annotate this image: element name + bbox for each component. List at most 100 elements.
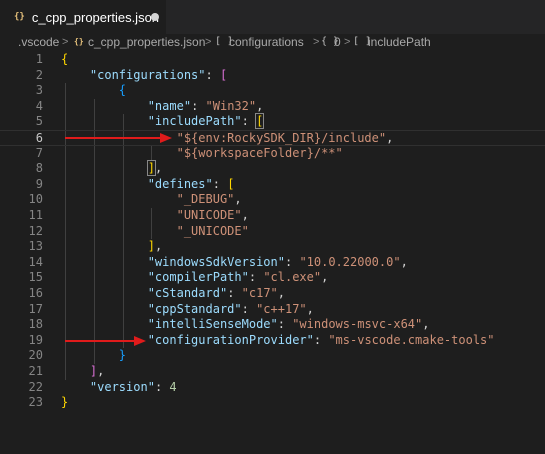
- line-number: 22: [28, 379, 43, 394]
- code-token: }: [61, 395, 69, 410]
- code-token: "windowsSdkVersion": [147, 254, 285, 269]
- code-token: "cl.exe": [263, 270, 322, 285]
- code-line[interactable]: 9 "defines": [: [0, 177, 545, 193]
- line-number: 15: [28, 270, 43, 285]
- code-text: }: [61, 395, 68, 411]
- breadcrumb-item[interactable]: includePath: [368, 34, 431, 50]
- code-text: "UNICODE",: [61, 208, 249, 224]
- code-line[interactable]: 1{: [0, 52, 545, 68]
- code-line[interactable]: 18 "intelliSenseMode": "windows-msvc-x64…: [0, 317, 545, 333]
- code-line[interactable]: 13 ],: [0, 239, 545, 255]
- code-token: ,: [277, 286, 285, 300]
- code-text: "_UNICODE": [61, 224, 249, 240]
- code-text: "${workspaceFolder}/**": [61, 146, 343, 162]
- code-token: "_UNICODE": [176, 223, 249, 238]
- code-token: "defines": [147, 176, 213, 191]
- code-line[interactable]: 3 {: [0, 83, 545, 99]
- line-number: 21: [28, 364, 43, 378]
- code-token: :: [191, 98, 206, 113]
- breadcrumb-item[interactable]: c_cpp_properties.json: [88, 34, 205, 50]
- breadcrumb-separator-icon: >: [313, 36, 320, 48]
- code-token: ,: [256, 98, 264, 113]
- code-text: "_DEBUG",: [61, 192, 242, 208]
- annotation-arrow: [65, 339, 136, 342]
- line-number: 9: [35, 176, 43, 191]
- code-token: "compilerPath": [147, 270, 249, 285]
- code-line[interactable]: 22 "version": 4: [0, 380, 545, 396]
- line-number: 13: [28, 239, 43, 254]
- code-line[interactable]: 15 "compilerPath": "cl.exe",: [0, 270, 545, 286]
- code-token: [: [219, 67, 228, 82]
- code-line[interactable]: 14 "windowsSdkVersion": "10.0.22000.0",: [0, 255, 545, 271]
- code-editor[interactable]: 1{2 "configurations": [3 {4 "name": "Win…: [0, 50, 545, 454]
- code-token: ,: [154, 161, 163, 176]
- code-token: ]: [147, 239, 155, 254]
- code-token: [: [227, 176, 235, 191]
- json-file-icon: {}: [74, 37, 84, 46]
- breadcrumb-separator-icon: >: [205, 36, 212, 48]
- breadcrumb-item[interactable]: 0: [334, 34, 341, 50]
- code-token: "10.0.22000.0": [299, 254, 401, 269]
- code-text: "version": 4: [61, 380, 177, 396]
- code-token: :: [277, 317, 293, 332]
- line-number: 11: [28, 208, 43, 222]
- code-text: "includePath": [: [61, 113, 265, 130]
- code-line[interactable]: 20 }: [0, 348, 545, 364]
- code-token: "cStandard": [147, 286, 228, 300]
- tab-label: c_cpp_properties.json: [31, 9, 160, 25]
- code-line[interactable]: 5 "includePath": [: [0, 113, 545, 130]
- code-text: "intelliSenseMode": "windows-msvc-x64",: [61, 317, 430, 333]
- breadcrumb-separator-icon: >: [344, 36, 351, 48]
- code-token: ,: [400, 254, 408, 269]
- code-token: "windows-msvc-x64": [292, 317, 423, 332]
- line-number: 8: [35, 161, 43, 176]
- arrow-head-icon: [160, 132, 172, 143]
- code-line[interactable]: 8 ],: [0, 160, 545, 177]
- code-line[interactable]: 23}: [0, 395, 545, 411]
- code-token: ,: [422, 317, 430, 332]
- code-line[interactable]: 17 "cppStandard": "c++17",: [0, 302, 545, 318]
- code-token: "name": [147, 98, 192, 113]
- code-token: "Win32": [205, 98, 257, 113]
- code-text: "name": "Win32",: [61, 98, 264, 115]
- editor-tab-bar: {} c_cpp_properties.json: [0, 0, 545, 34]
- line-number: 1: [35, 52, 43, 66]
- code-token: ,: [234, 192, 242, 207]
- code-token: :: [284, 254, 300, 269]
- code-line[interactable]: 2 "configurations": [: [0, 68, 545, 84]
- code-line[interactable]: 7 "${workspaceFolder}/**": [0, 146, 545, 162]
- unsaved-changes-dot-icon[interactable]: [151, 13, 159, 21]
- code-line[interactable]: 12 "_UNICODE": [0, 224, 545, 240]
- code-line[interactable]: 10 "_DEBUG",: [0, 192, 545, 208]
- line-number: 16: [28, 286, 43, 300]
- tab-c-cpp-properties[interactable]: {} c_cpp_properties.json: [0, 0, 166, 34]
- code-token: "intelliSenseMode": [147, 317, 278, 332]
- code-line[interactable]: 16 "cStandard": "c17",: [0, 286, 545, 302]
- code-token: ]: [146, 160, 156, 177]
- code-text: "cppStandard": "c++17",: [61, 302, 314, 318]
- code-token: "configurationProvider": [147, 332, 314, 347]
- code-line[interactable]: 4 "name": "Win32",: [0, 99, 545, 115]
- line-number: 7: [35, 145, 43, 160]
- code-text: "cStandard": "c17",: [61, 286, 285, 302]
- breadcrumb-item[interactable]: configurations: [229, 34, 304, 50]
- code-line[interactable]: 11 "UNICODE",: [0, 208, 545, 224]
- code-line[interactable]: 21 ],: [0, 364, 545, 380]
- code-token: [: [255, 113, 265, 130]
- code-text: }: [61, 348, 126, 364]
- code-token: "${workspaceFolder}/**": [176, 145, 343, 160]
- breadcrumb-item[interactable]: .vscode: [18, 34, 59, 50]
- code-text: {: [61, 52, 68, 68]
